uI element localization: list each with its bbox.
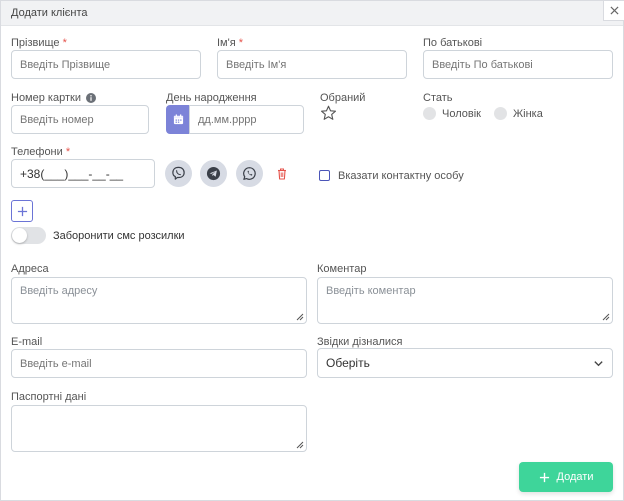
email-label: E-mail — [11, 336, 43, 348]
whatsapp-icon — [243, 167, 256, 180]
telegram-button[interactable] — [200, 160, 227, 187]
dialog-header: Додати клієнта — [1, 1, 623, 26]
patronymic-label: По батькові — [423, 37, 483, 49]
toggle-knob — [12, 228, 27, 243]
birthday-input[interactable] — [189, 105, 304, 134]
calendar-icon — [173, 114, 183, 125]
telegram-icon — [206, 166, 221, 181]
surname-input[interactable] — [11, 50, 201, 79]
address-textarea[interactable]: Введіть адресу — [11, 277, 307, 324]
plus-icon — [539, 472, 549, 482]
calendar-button[interactable] — [166, 105, 190, 134]
info-icon[interactable] — [85, 93, 96, 103]
gender-male-label: Чоловік — [442, 108, 481, 120]
viber-icon — [172, 166, 185, 180]
passport-label: Паспортні дані — [11, 391, 87, 403]
viber-button[interactable] — [165, 160, 192, 187]
add-button-label: Додати — [556, 471, 594, 483]
add-phone-button[interactable] — [11, 200, 33, 222]
comment-placeholder: Введіть коментар — [326, 285, 416, 297]
birthday-label: День народження — [166, 92, 257, 104]
block-sms-label: Заборонити смс розсилки — [53, 230, 185, 242]
name-input[interactable] — [217, 50, 407, 79]
card-number-label: Номер картки — [11, 92, 96, 104]
plus-icon — [17, 206, 27, 216]
favorite-label: Обраний — [320, 92, 366, 104]
gender-female-radio[interactable] — [494, 107, 507, 120]
address-label: Адреса — [11, 263, 49, 275]
trash-icon[interactable] — [277, 168, 287, 180]
whatsapp-button[interactable] — [236, 160, 263, 187]
gender-male-radio[interactable] — [423, 107, 436, 120]
source-selected: Оберіть — [326, 356, 370, 370]
email-input[interactable] — [11, 349, 307, 378]
surname-label: Прізвище * — [11, 37, 67, 49]
resize-grip-icon[interactable] — [602, 313, 610, 321]
dialog-title: Додати клієнта — [11, 7, 88, 19]
close-icon — [610, 6, 619, 15]
close-button[interactable] — [603, 1, 624, 21]
resize-grip-icon[interactable] — [296, 441, 304, 449]
resize-grip-icon[interactable] — [296, 313, 304, 321]
contact-person-checkbox[interactable] — [319, 170, 330, 181]
phone-input[interactable]: +38(___)___-__-__ — [11, 159, 155, 188]
source-label: Звідки дізналися — [317, 336, 403, 348]
card-number-input[interactable] — [11, 105, 149, 134]
chevron-down-icon — [594, 361, 603, 367]
block-sms-toggle[interactable] — [11, 227, 46, 244]
patronymic-input[interactable] — [423, 50, 613, 79]
phones-label: Телефони * — [11, 146, 71, 158]
gender-female-label: Жінка — [513, 108, 543, 120]
contact-person-label: Вказати контактну особу — [338, 170, 464, 182]
passport-textarea[interactable] — [11, 405, 307, 452]
name-label: Ім'я * — [217, 37, 244, 49]
star-icon[interactable] — [320, 105, 337, 121]
address-placeholder: Введіть адресу — [20, 285, 98, 297]
comment-textarea[interactable]: Введіть коментар — [317, 277, 613, 324]
add-client-dialog: Додати клієнта Прізвище * Ім'я * По бать… — [0, 0, 624, 501]
add-client-button[interactable]: Додати — [519, 462, 613, 492]
gender-label: Стать — [423, 92, 453, 104]
comment-label: Коментар — [317, 263, 367, 275]
source-select[interactable]: Оберіть — [317, 348, 613, 378]
